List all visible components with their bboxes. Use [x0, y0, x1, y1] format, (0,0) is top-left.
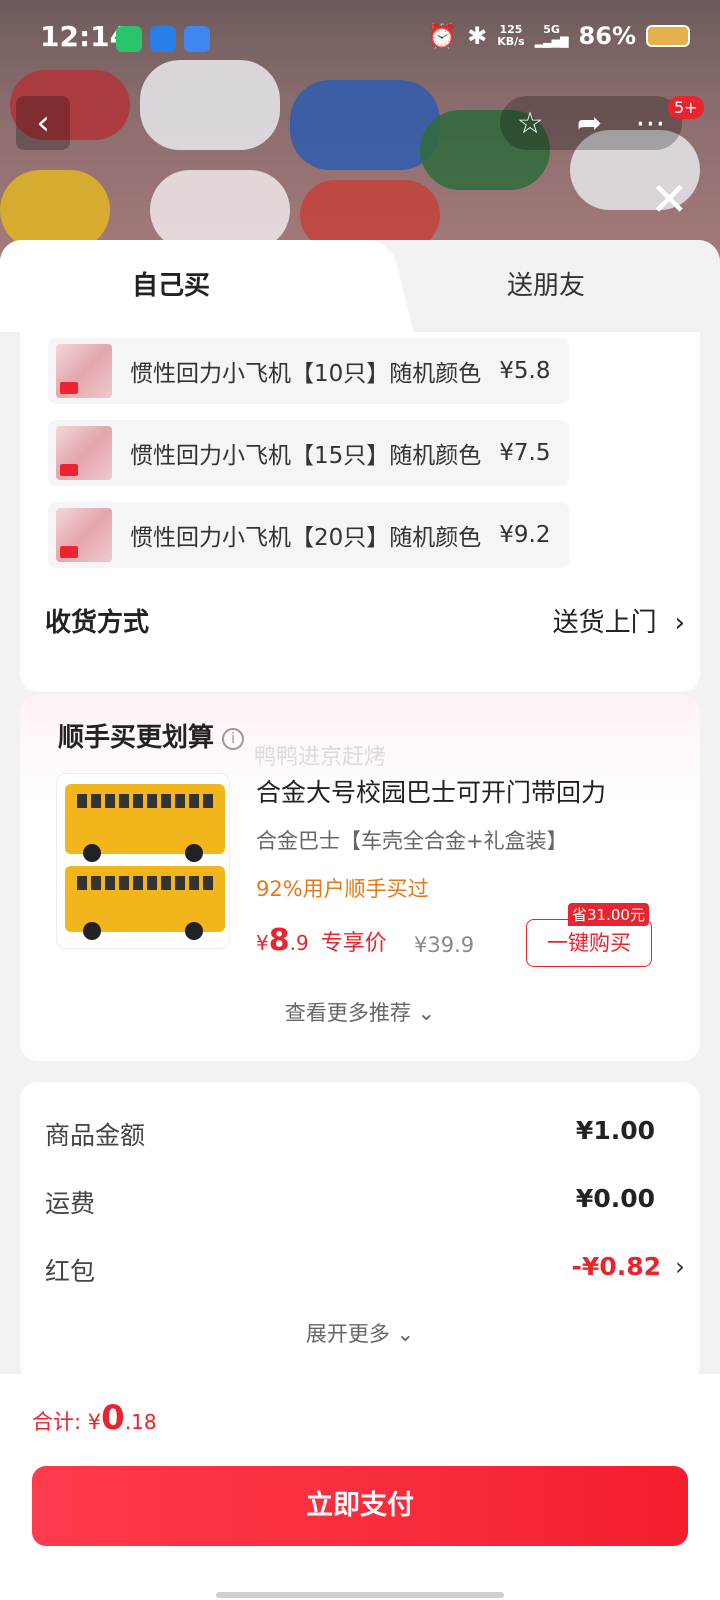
- chevron-right-icon: ›: [674, 608, 685, 638]
- product-image[interactable]: [56, 773, 230, 949]
- status-indicators: ⏰ ✱ 125 KB/s 5G ▂▃▅▇ 86%: [427, 22, 690, 50]
- delivery-method-row[interactable]: 收货方式 送货上门 ›: [45, 602, 685, 639]
- delivery-value: 送货上门: [552, 608, 657, 638]
- back-button[interactable]: ‹: [16, 96, 70, 150]
- purchase-tabs: 自己买 送朋友: [0, 240, 720, 332]
- recommendation-title: 顺手买更划算 i: [58, 717, 245, 754]
- toy-plane-image: [290, 80, 440, 170]
- checkout-bar: 合计: ¥0.18 立即支付: [0, 1374, 720, 1600]
- share-icon[interactable]: ➦: [577, 106, 602, 141]
- toy-plane-image: [150, 170, 290, 250]
- pay-now-button[interactable]: 立即支付: [32, 1466, 688, 1546]
- wechat-icon: [116, 26, 142, 52]
- recommendation-card: 顺手买更划算 i 鸭鸭进京赶烤 合金大号校园巴士可开门带回力 合金巴士【车壳全合金…: [20, 695, 700, 1061]
- chevron-left-icon: ‹: [36, 103, 50, 143]
- battery-icon: [646, 25, 690, 47]
- product-name[interactable]: 合金大号校园巴士可开门带回力: [256, 773, 606, 809]
- battery-percent: 86%: [578, 22, 636, 50]
- status-bar: 12:14 ⏰ ✱ 125 KB/s 5G ▂▃▅▇ 86%: [0, 0, 720, 76]
- chevron-right-icon: ›: [675, 1252, 685, 1281]
- exclusive-price: ¥8.9 专享价: [256, 923, 387, 958]
- alarm-icon: ⏰: [427, 22, 458, 50]
- signal-icon: 5G ▂▃▅▇: [534, 23, 569, 48]
- purchase-rate: 92%用户顺手买过: [256, 877, 429, 901]
- message-badge: 5+: [668, 96, 704, 119]
- notification-icons: [116, 26, 210, 52]
- order-summary-card: 商品金额 ¥1.00 运费 ¥0.00 红包 -¥0.82 › 展开更多 ⌄: [20, 1082, 700, 1382]
- bluetooth-icon: ✱: [467, 22, 488, 50]
- variant-thumbnail: [56, 344, 112, 398]
- variant-name: 惯性回力小飞机【10只】随机颜色: [130, 361, 482, 387]
- variant-price: ¥7.5: [499, 440, 551, 466]
- variant-option[interactable]: 惯性回力小飞机【20只】随机颜色 ¥9.2: [48, 502, 569, 568]
- tab-gift-friend[interactable]: 送朋友: [372, 240, 720, 332]
- original-price: ¥39.9: [414, 933, 475, 957]
- nav-toolbar: ☆ ➦ ⋯: [500, 96, 682, 150]
- school-bus-image: [65, 866, 225, 940]
- summary-row-goods: 商品金额 ¥1.00: [45, 1116, 655, 1150]
- chevron-down-icon: ⌄: [396, 1322, 415, 1346]
- expand-more-link[interactable]: 展开更多 ⌄: [20, 1318, 700, 1348]
- tab-buy-self[interactable]: 自己买: [0, 240, 372, 332]
- favorite-star-icon[interactable]: ☆: [517, 106, 544, 141]
- toy-plane-image: [0, 170, 110, 250]
- info-icon[interactable]: i: [222, 727, 245, 750]
- savings-badge: 省31.00元: [568, 903, 649, 926]
- watermark: 鸭鸭进京赶烤: [254, 745, 387, 770]
- product-spec: 合金巴士【车壳全合金+礼盒装】: [256, 829, 568, 853]
- variant-option[interactable]: 惯性回力小飞机【15只】随机颜色 ¥7.5: [48, 420, 569, 486]
- variant-thumbnail: [56, 426, 112, 480]
- total-amount: 合计: ¥0.18: [32, 1398, 157, 1438]
- variant-thumbnail: [56, 508, 112, 562]
- summary-row-redpacket[interactable]: 红包 -¥0.82 ›: [45, 1252, 685, 1288]
- variant-price: ¥5.8: [499, 358, 551, 384]
- app-icon: [150, 26, 176, 52]
- home-indicator[interactable]: [216, 1592, 504, 1598]
- more-icon[interactable]: ⋯: [635, 106, 665, 141]
- app-icon: [184, 26, 210, 52]
- variant-option[interactable]: 惯性回力小飞机【10只】随机颜色 ¥5.8: [48, 338, 569, 404]
- more-recommendations-link[interactable]: 查看更多推荐 ⌄: [20, 997, 700, 1027]
- network-speed: 125 KB/s: [497, 23, 525, 48]
- close-icon[interactable]: ✕: [650, 176, 689, 222]
- summary-row-shipping: 运费 ¥0.00: [45, 1184, 655, 1218]
- delivery-label: 收货方式: [45, 608, 150, 638]
- variant-price: ¥9.2: [499, 522, 551, 548]
- one-click-buy-button[interactable]: 一键购买: [526, 919, 652, 967]
- variant-name: 惯性回力小飞机【15只】随机颜色: [130, 443, 482, 469]
- school-bus-image: [65, 784, 225, 862]
- variant-name: 惯性回力小飞机【20只】随机颜色: [130, 525, 482, 551]
- chevron-down-icon: ⌄: [417, 1001, 436, 1025]
- variant-card: 惯性回力小飞机【10只】随机颜色 ¥5.8 惯性回力小飞机【15只】随机颜色 ¥…: [20, 332, 700, 692]
